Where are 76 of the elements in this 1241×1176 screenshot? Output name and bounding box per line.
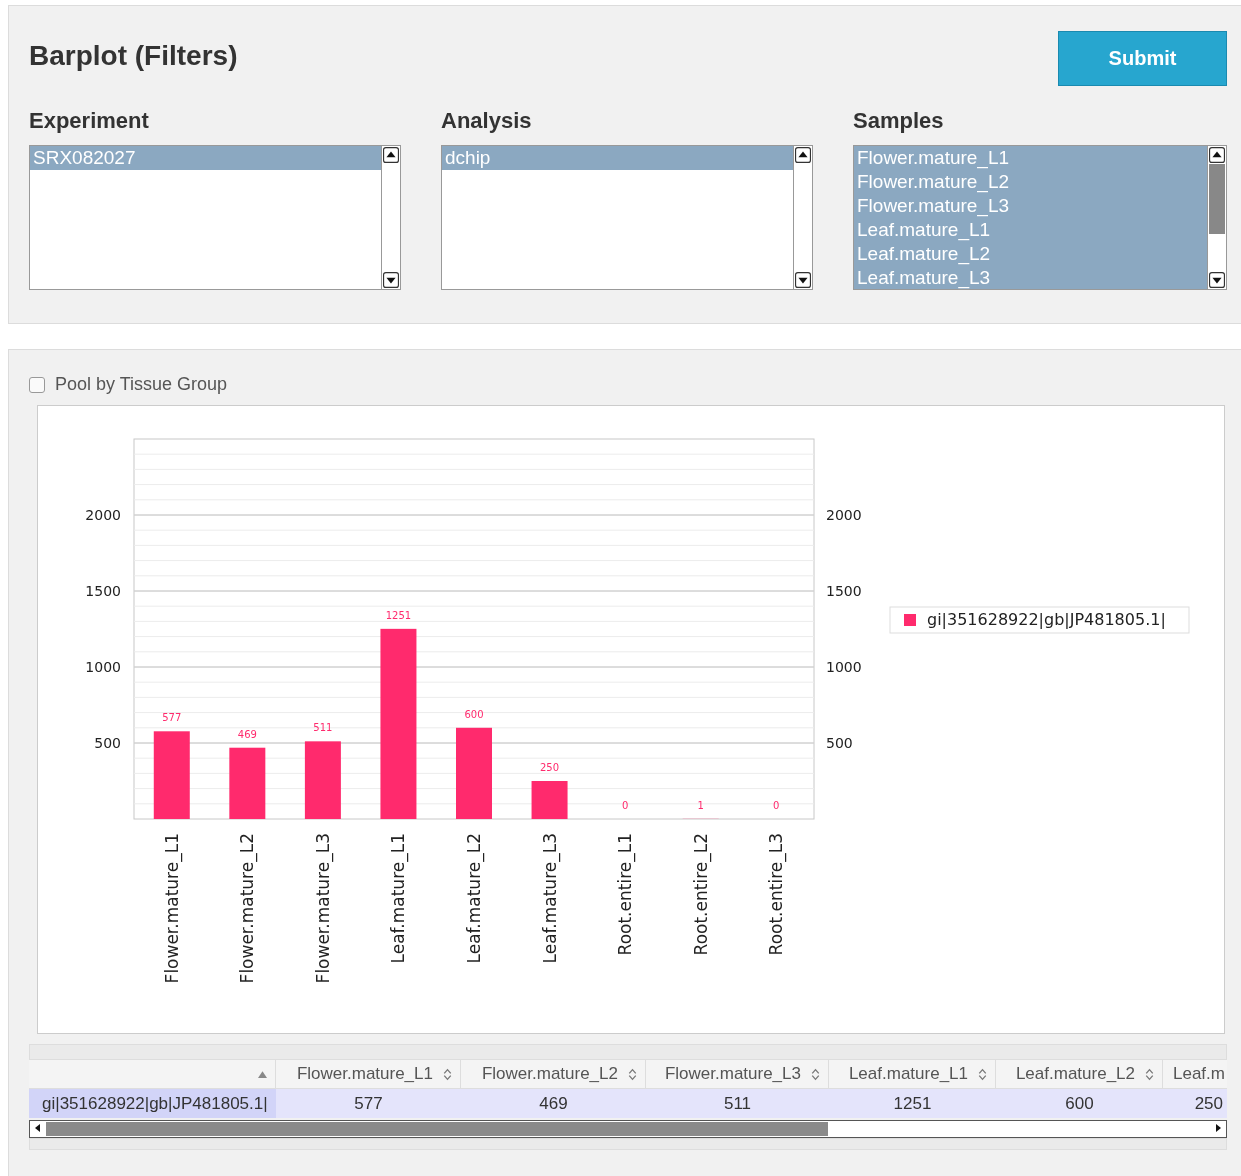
- data-label: 1251: [385, 609, 412, 621]
- y-tick-label: 2000: [826, 507, 862, 523]
- table-cell: gi|351628922|gb|JP481805.1|: [29, 1089, 276, 1118]
- table-cell-text: 469: [538, 1093, 569, 1115]
- data-label: 0: [621, 800, 629, 811]
- scrollbar[interactable]: [1207, 146, 1226, 289]
- scrollbar[interactable]: [381, 146, 400, 289]
- page-title: Barplot (Filters): [29, 40, 238, 72]
- column-header[interactable]: Flower.mature_L2: [461, 1060, 646, 1088]
- table-cell-text: 600: [1064, 1093, 1095, 1115]
- x-tick-label: Flower.mature_L2: [237, 833, 258, 984]
- horizontal-scrollbar[interactable]: [29, 1120, 1227, 1138]
- y-tick-label: 1500: [85, 583, 121, 599]
- checkbox-label: Pool by Tissue Group: [55, 374, 228, 395]
- list-box[interactable]: SRX082027: [29, 145, 401, 290]
- x-tick-label: Flower.mature_L3: [312, 833, 333, 984]
- y-tick-label: 2000: [85, 507, 121, 523]
- list-label: Experiment: [29, 108, 150, 134]
- x-tick-label: Root.entire_L3: [766, 833, 787, 956]
- sort-icon: [811, 1067, 820, 1081]
- sort-icon: [443, 1067, 452, 1081]
- list-option[interactable]: dchip: [442, 146, 793, 170]
- x-tick-label: Leaf.mature_L2: [464, 833, 484, 964]
- y-tick-label: 1000: [85, 659, 121, 675]
- list-box[interactable]: Flower.mature_L1 Flower.mature_L2 Flower.mature_L3 Leaf.mature_L1 Leaf.mature_L2 Leaf.mature_L3: [853, 145, 1227, 290]
- sort-icon: [978, 1067, 987, 1081]
- list-box[interactable]: dchip: [441, 145, 813, 290]
- data-label: 577: [162, 712, 182, 724]
- list-label: Samples: [853, 108, 945, 134]
- y-tick-label: 1500: [826, 583, 862, 599]
- x-tick-label: Root.entire_L1: [615, 833, 636, 956]
- scrollbar[interactable]: [793, 146, 812, 289]
- table-cell-text: 577: [353, 1093, 384, 1115]
- list-option[interactable]: Leaf.mature_L3: [854, 266, 1207, 289]
- scroll-up-icon[interactable]: [795, 147, 811, 163]
- table-cell-text: 511: [722, 1093, 753, 1115]
- scroll-up-icon[interactable]: [383, 147, 399, 163]
- scroll-up-icon[interactable]: [1209, 147, 1225, 163]
- y-tick-label: 1000: [826, 659, 862, 675]
- y-tick-label: 500: [94, 735, 121, 751]
- scroll-down-icon[interactable]: [1209, 272, 1225, 288]
- sort-icon: [628, 1067, 637, 1081]
- list-option[interactable]: SRX082027: [30, 146, 381, 170]
- legend-label: gi|351628922|gb|JP481805.1|: [927, 610, 1166, 629]
- table-cell-text: 1251: [892, 1093, 933, 1115]
- sort-icon: [1145, 1067, 1154, 1081]
- list-label: Analysis: [441, 108, 533, 134]
- bar: [531, 781, 568, 819]
- scroll-down-icon[interactable]: [383, 272, 399, 288]
- column-header[interactable]: Leaf.m: [1163, 1060, 1227, 1088]
- data-label: 1: [697, 799, 704, 811]
- x-tick-label: Flower.mature_L1: [161, 833, 182, 984]
- data-label: 250: [540, 762, 560, 773]
- data-label: 0: [773, 800, 780, 811]
- scroll-down-icon[interactable]: [795, 272, 811, 288]
- list-option[interactable]: Flower.mature_L1: [854, 146, 1207, 170]
- y-tick-label: 500: [826, 735, 853, 751]
- column-header[interactable]: Leaf.mature_L2: [996, 1060, 1163, 1088]
- data-label: 511: [313, 722, 333, 734]
- data-label: 469: [237, 728, 257, 740]
- list-option[interactable]: Flower.mature_L3: [854, 194, 1207, 218]
- column-header[interactable]: Flower.mature_L3: [646, 1060, 829, 1088]
- x-tick-label: Root.entire_L2: [690, 833, 711, 956]
- list-option[interactable]: Leaf.mature_L2: [854, 242, 1207, 266]
- data-label: 600: [464, 708, 484, 720]
- table-cell-text: 250: [1193, 1093, 1224, 1115]
- x-tick-label: Leaf.mature_L3: [539, 833, 560, 964]
- x-tick-label: Leaf.mature_L1: [388, 833, 409, 964]
- list-option[interactable]: Leaf.mature_L1: [854, 218, 1207, 242]
- checkbox[interactable]: [29, 376, 45, 393]
- submit-button[interactable]: Submit: [1058, 31, 1227, 86]
- list-option[interactable]: Flower.mature_L2: [854, 170, 1207, 194]
- column-header[interactable]: Flower.mature_L1: [276, 1060, 461, 1088]
- column-header[interactable]: Leaf.mature_L1: [829, 1060, 996, 1088]
- sort-ascending-icon: [258, 1070, 267, 1078]
- bar: [229, 747, 266, 819]
